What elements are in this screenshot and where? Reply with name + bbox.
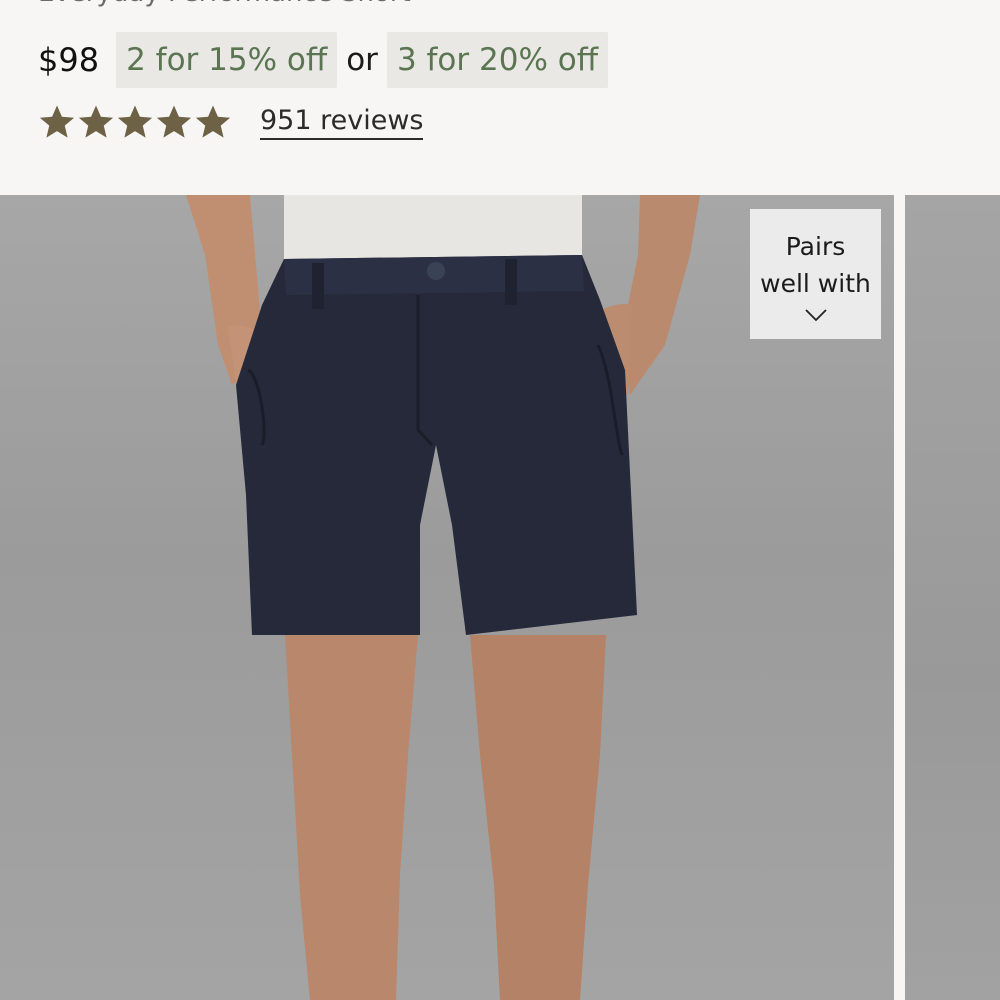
reviews-link[interactable]: 951 reviews bbox=[260, 105, 424, 140]
promo-separator: or bbox=[346, 42, 378, 78]
promo-badge-2-for: 2 for 15% off bbox=[116, 32, 338, 88]
promo-badge-3-for: 3 for 20% off bbox=[386, 32, 609, 88]
product-next-image[interactable] bbox=[905, 195, 1000, 1000]
pairs-well-with-button[interactable]: Pairs well with bbox=[750, 209, 881, 339]
chevron-down-icon bbox=[804, 309, 827, 322]
star-icon bbox=[39, 105, 75, 138]
star-icon bbox=[78, 105, 114, 138]
price-row: $98 2 for 15% off or 3 for 20% off bbox=[38, 32, 609, 88]
star-icon bbox=[117, 105, 153, 138]
product-title-partial: Everyday Performance Short bbox=[38, 0, 411, 8]
product-price: $98 bbox=[38, 41, 100, 79]
product-image-gallery[interactable]: Pairs well with bbox=[0, 195, 1000, 1000]
star-icon bbox=[195, 105, 231, 138]
star-icon bbox=[156, 105, 192, 138]
star-rating bbox=[38, 103, 232, 141]
rating-row: 951 reviews bbox=[38, 100, 424, 144]
product-main-image[interactable]: Pairs well with bbox=[0, 195, 894, 1000]
pairs-well-with-label: Pairs well with bbox=[760, 232, 871, 298]
